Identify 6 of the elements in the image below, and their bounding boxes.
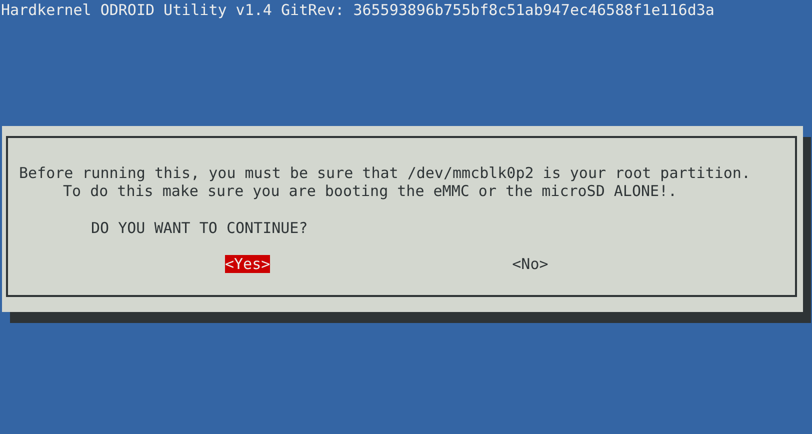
dialog-button[interactable]: <Yes> bbox=[225, 255, 270, 273]
question-text: DO YOU WANT TO CONTINUE? bbox=[91, 219, 308, 237]
screen-title: Hardkernel ODROID Utility v1.4 GitRev: 365593896b755bf8c51ab947ec46588f1e116d3a bbox=[0, 0, 716, 19]
message-text: Before running this, you must be sure that /dev/mmcblk0p2 is your root partition. bbox=[19, 164, 750, 182]
dialog-button[interactable]: <No> bbox=[512, 255, 548, 273]
message-text: To do this make sure you are booting the eMMC or the microSD ALONE!. bbox=[63, 182, 678, 200]
